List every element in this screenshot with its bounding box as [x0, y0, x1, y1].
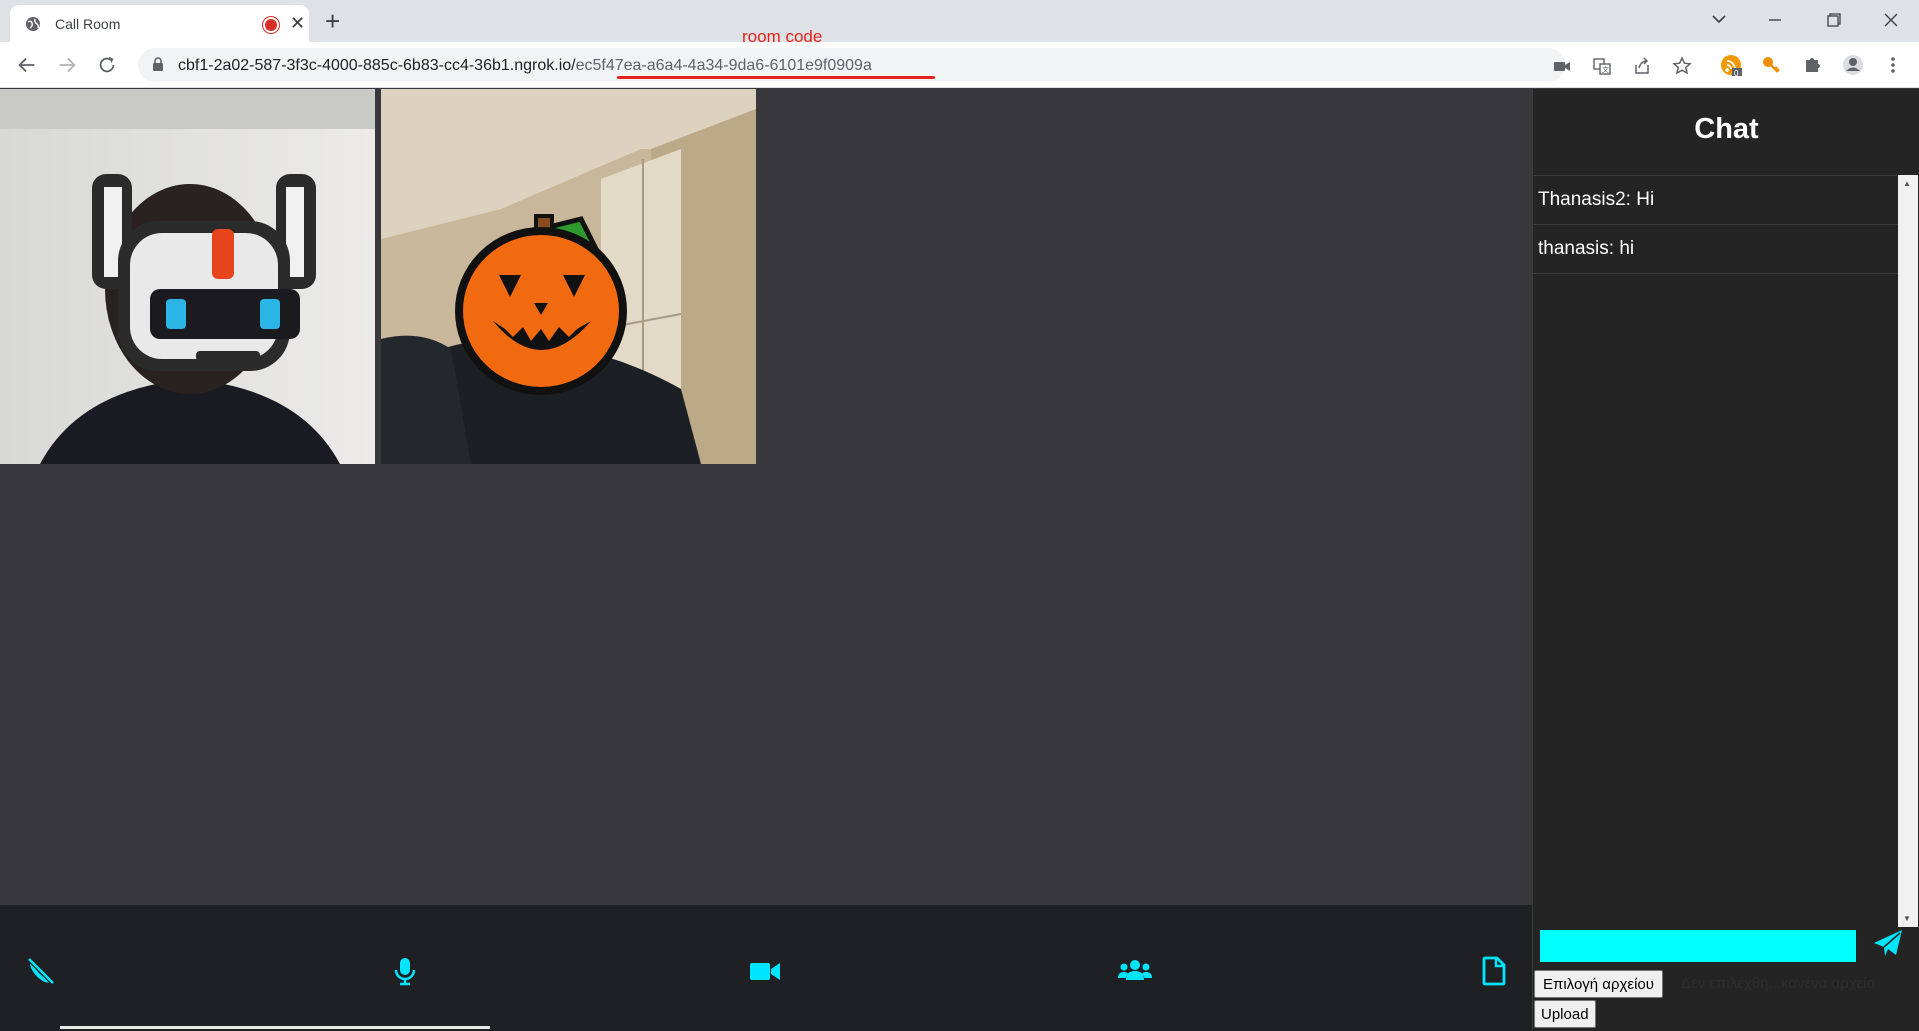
scroll-up-icon[interactable]: ▲	[1903, 179, 1911, 188]
bookmark-star-icon[interactable]	[1672, 56, 1692, 76]
browser-tab[interactable]: Call Room ✕	[10, 5, 309, 42]
back-arrow-icon[interactable]	[13, 54, 41, 76]
choose-file-button[interactable]: Επιλογή αρχείου	[1534, 970, 1663, 998]
video-tile-robot	[0, 89, 375, 464]
recording-indicator-icon	[265, 19, 277, 31]
camera-in-use-icon[interactable]	[1552, 56, 1572, 76]
chat-message: Thanasis2: Hi	[1533, 176, 1898, 225]
chat-messages: Thanasis2: Hi thanasis: hi	[1533, 175, 1898, 925]
reload-icon[interactable]	[93, 54, 121, 76]
browser-tabstrip: Call Room ✕ +	[0, 0, 1919, 42]
robot-avatar-video	[0, 89, 375, 464]
upload-button[interactable]: Upload	[1534, 1000, 1596, 1028]
translate-icon[interactable]: 文	[1592, 56, 1612, 76]
phone-slash-icon[interactable]	[25, 955, 57, 987]
share-icon[interactable]	[1632, 56, 1652, 76]
new-tab-button[interactable]: +	[325, 6, 340, 37]
browser-menu-icon[interactable]	[1882, 54, 1904, 76]
profile-avatar-icon[interactable]	[1842, 54, 1864, 76]
tab-title: Call Room	[55, 16, 121, 32]
restore-icon[interactable]	[1818, 10, 1848, 30]
url-text: cbf1-2a02-587-3f3c-4000-885c-6b83-cc4-36…	[178, 57, 872, 75]
svg-text:文: 文	[1602, 65, 1609, 74]
globe-icon	[26, 17, 40, 31]
url-host: cbf1-2a02-587-3f3c-4000-885c-6b83-cc4-36…	[178, 57, 576, 74]
room-code-underline	[617, 76, 935, 79]
browser-toolbar: cbf1-2a02-587-3f3c-4000-885c-6b83-cc4-36…	[0, 42, 1919, 88]
extension-badge: 0	[1734, 69, 1739, 76]
tab-close-icon[interactable]: ✕	[290, 13, 305, 34]
forward-arrow-icon[interactable]	[53, 54, 81, 76]
close-window-icon[interactable]	[1876, 10, 1906, 30]
microphone-icon[interactable]	[389, 955, 421, 987]
tab-search-chevron-icon[interactable]	[1704, 10, 1734, 30]
video-camera-icon[interactable]	[749, 955, 781, 987]
chat-title: Chat	[1694, 113, 1759, 145]
video-grid	[0, 89, 1532, 905]
chat-panel: Chat Thanasis2: Hi thanasis: hi ▲ ▼ Επιλ…	[1532, 89, 1919, 1031]
chat-scrollbar[interactable]: ▲ ▼	[1898, 175, 1918, 927]
chat-message: thanasis: hi	[1533, 225, 1898, 274]
extension-key-icon[interactable]	[1760, 54, 1782, 76]
lock-icon[interactable]	[152, 57, 164, 71]
file-icon[interactable]	[1480, 955, 1508, 987]
call-controls-bar	[0, 905, 1532, 1031]
users-icon[interactable]	[1117, 955, 1153, 987]
room-code-annotation: room code	[742, 27, 823, 46]
extensions-puzzle-icon[interactable]	[1802, 54, 1824, 76]
send-icon[interactable]	[1872, 927, 1904, 959]
pumpkin-avatar-video	[381, 89, 756, 464]
minimize-icon[interactable]	[1760, 10, 1790, 30]
chat-input[interactable]	[1540, 930, 1856, 962]
url-room-code: ec5f47ea-a6a4-4a34-9da6-6101e9f0909a	[575, 57, 872, 74]
video-tile-pumpkin	[381, 89, 756, 464]
file-status-text: Δεν επιλέχθη...κανένα αρχείο	[1681, 975, 1875, 992]
extension-rss-icon[interactable]: 0	[1720, 54, 1742, 76]
scroll-down-icon[interactable]: ▼	[1903, 914, 1911, 923]
active-indicator	[60, 1026, 490, 1029]
